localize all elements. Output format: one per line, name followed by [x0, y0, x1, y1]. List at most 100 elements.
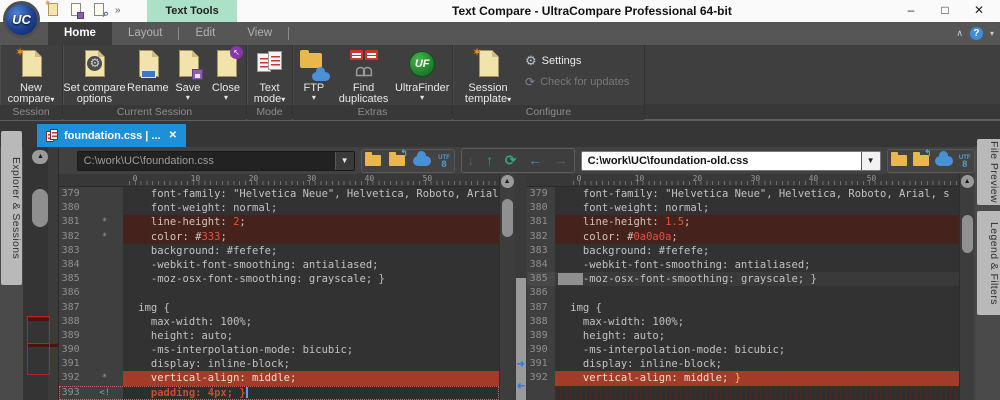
overview-map[interactable]: ▲ — [23, 147, 58, 400]
next-diff-icon[interactable]: ↓ — [467, 149, 474, 172]
open-folder-icon[interactable] — [891, 155, 907, 166]
map-scroll-up-icon[interactable]: ▲ — [32, 150, 48, 164]
code-line-392[interactable]: 392* vertical-align: middle; — [59, 371, 499, 385]
code-line-380[interactable]: 380 font-weight: normal; — [59, 201, 499, 215]
help-icon[interactable]: ? — [970, 27, 983, 40]
left-code-area[interactable]: 379 font-family: "Helvetica Neue", Helve… — [59, 187, 499, 400]
dock-tab-file-preview[interactable]: File Preview — [977, 139, 1000, 205]
left-file-pane[interactable]: 01020304050 379 font-family: "Helvetica … — [59, 174, 499, 400]
save-button[interactable]: Save▾ — [170, 47, 206, 102]
left-path-input[interactable]: C:\work\UC\foundation.css ▼ — [77, 151, 355, 171]
ultrafinder-button[interactable]: UF UltraFinder▾ — [392, 47, 452, 102]
maximize-button[interactable]: □ — [928, 0, 962, 22]
code-line-385[interactable]: 385 -moz-osx-font-smoothing: grayscale; … — [59, 272, 499, 286]
map-view-rect[interactable] — [27, 316, 50, 344]
scroll-up-icon[interactable]: ▲ — [501, 175, 514, 188]
collapse-ribbon-icon[interactable]: ∧ — [956, 28, 963, 39]
folder-up-icon[interactable]: ↰ — [389, 155, 405, 166]
code-line-387[interactable]: 387 img { — [59, 301, 499, 315]
scrollbar-thumb[interactable] — [962, 215, 973, 253]
open-folder-icon[interactable] — [365, 155, 381, 166]
scrollbar-thumb[interactable] — [502, 199, 513, 237]
code-line-382[interactable]: 382 color: #0a0a0a; — [527, 230, 959, 244]
right-vertical-scrollbar[interactable]: ▲ — [959, 174, 973, 400]
ribbon-filler — [645, 45, 1000, 119]
new-compare-button[interactable]: ✶ New compare▾ — [8, 47, 55, 105]
code-line-388[interactable]: 388 max-width: 100%; — [527, 315, 959, 329]
merge-left-arrow-icon[interactable]: ➜ — [515, 381, 527, 392]
cloud-download-icon[interactable]: ↓ — [935, 156, 953, 166]
code-line-379[interactable]: 379 font-family: "Helvetica Neue", Helve… — [527, 187, 959, 201]
scroll-up-icon[interactable]: ▲ — [961, 175, 974, 188]
map-scroll-thumb[interactable] — [32, 189, 48, 227]
tab-layout[interactable]: Layout — [112, 22, 179, 45]
document-tab-foundation-css[interactable]: foundation.css | ... ✕ — [37, 124, 186, 147]
code-line-383[interactable]: 383 background: #fefefe; — [527, 244, 959, 258]
code-line-391[interactable]: 391 display: inline-block; — [527, 357, 959, 371]
save-session-icon[interactable] — [69, 2, 83, 18]
merge-right-arrow-icon[interactable]: ➜ — [515, 359, 527, 370]
close-button[interactable]: ✕ — [962, 0, 996, 22]
dock-tab-legend-filters[interactable]: Legend & Filters — [977, 211, 1000, 315]
left-path-text[interactable]: C:\work\UC\foundation.css — [78, 152, 335, 170]
code-line-gap[interactable] — [527, 386, 959, 400]
code-line-379[interactable]: 379 font-family: "Helvetica Neue", Helve… — [59, 187, 499, 201]
session-template-button[interactable]: ✶ Session template▾ — [459, 47, 517, 105]
session-preview-icon[interactable]: ⌕ — [92, 2, 106, 18]
right-path-dropdown-icon[interactable]: ▼ — [861, 152, 880, 170]
ftp-button[interactable]: FTP▾ — [293, 47, 335, 102]
recompare-icon[interactable]: ⟳ — [505, 149, 517, 172]
minimize-button[interactable]: – — [894, 0, 928, 22]
check-for-updates-button[interactable]: ⟳ Check for updates — [525, 75, 629, 89]
code-line-389[interactable]: 389 height: auto; — [59, 329, 499, 343]
rename-button[interactable]: Rename — [126, 47, 170, 94]
code-line-381[interactable]: 381 line-height: 1.5; — [527, 215, 959, 229]
text-mode-button[interactable]: Text mode▾ — [253, 47, 287, 105]
code-line-390[interactable]: 390 -ms-interpolation-mode: bicubic; — [527, 343, 959, 357]
tab-close-icon[interactable]: ✕ — [169, 130, 177, 141]
code-line-385[interactable]: 385 -moz-osx-font-smoothing: grayscale; … — [527, 272, 959, 286]
chevron-down-icon[interactable]: ▾ — [990, 29, 994, 38]
code-line-387[interactable]: 387 img { — [527, 301, 959, 315]
code-line-386[interactable]: 386 — [527, 286, 959, 300]
dock-tab-explorer-sessions[interactable]: Explorer & Sessions — [1, 131, 22, 285]
encoding-utf8-icon[interactable]: UTF8 — [438, 155, 450, 167]
code-line-384[interactable]: 384 -webkit-font-smoothing: antialiased; — [59, 258, 499, 272]
merge-left-icon[interactable]: ← — [528, 149, 542, 172]
tab-edit[interactable]: Edit — [179, 22, 231, 45]
code-line-392[interactable]: 392 vertical-align: middle; } — [527, 371, 959, 385]
right-path-text[interactable]: C:\work\UC\foundation-old.css — [582, 152, 861, 170]
new-session-icon[interactable]: ✶ — [46, 2, 60, 18]
set-compare-options-button[interactable]: ⚙ Set compare options — [63, 47, 126, 105]
cloud-download-icon[interactable]: ↓ — [413, 156, 431, 166]
code-line-391[interactable]: 391 display: inline-block; — [59, 357, 499, 371]
code-line-389[interactable]: 389 height: auto; — [527, 329, 959, 343]
prev-diff-icon[interactable]: ↑ — [486, 149, 493, 172]
close-session-button[interactable]: ↖ Close▾ — [206, 47, 246, 102]
right-path-input[interactable]: C:\work\UC\foundation-old.css ▼ — [581, 151, 881, 171]
merge-right-icon[interactable]: → — [554, 149, 568, 172]
code-line-381[interactable]: 381* line-height: 2; — [59, 215, 499, 229]
code-line-383[interactable]: 383 background: #fefefe; — [59, 244, 499, 258]
right-file-pane[interactable]: 01020304050 379 font-family: "Helvetica … — [527, 174, 959, 400]
find-duplicates-button[interactable]: ᗝᗝ Find duplicates — [335, 47, 393, 105]
tab-home[interactable]: Home — [48, 22, 112, 45]
settings-button[interactable]: ⚙ Settings — [525, 53, 629, 69]
code-line-393[interactable]: 393<! padding: 4px; } — [59, 386, 499, 400]
code-line-390[interactable]: 390 -ms-interpolation-mode: bicubic; — [59, 343, 499, 357]
context-tab-text-tools[interactable]: Text Tools — [147, 0, 237, 22]
code-line-388[interactable]: 388 max-width: 100%; — [59, 315, 499, 329]
tab-view[interactable]: View — [231, 22, 288, 45]
encoding-utf8-icon[interactable]: UTF8 — [959, 155, 971, 167]
code-line-386[interactable]: 386 — [59, 286, 499, 300]
code-line-380[interactable]: 380 font-weight: normal; — [527, 201, 959, 215]
folder-up-icon[interactable]: ↰ — [913, 155, 929, 166]
code-line-382[interactable]: 382* color: #333; — [59, 230, 499, 244]
code-line-384[interactable]: 384 -webkit-font-smoothing: antialiased; — [527, 258, 959, 272]
right-code-area[interactable]: 379 font-family: "Helvetica Neue", Helve… — [527, 187, 959, 400]
left-vertical-scrollbar[interactable]: ▲ — [499, 174, 515, 400]
quick-access-more-icon[interactable]: » — [115, 5, 120, 16]
map-view-rect[interactable] — [27, 343, 50, 375]
left-path-dropdown-icon[interactable]: ▼ — [335, 152, 354, 170]
app-logo[interactable]: UC — [3, 1, 40, 38]
